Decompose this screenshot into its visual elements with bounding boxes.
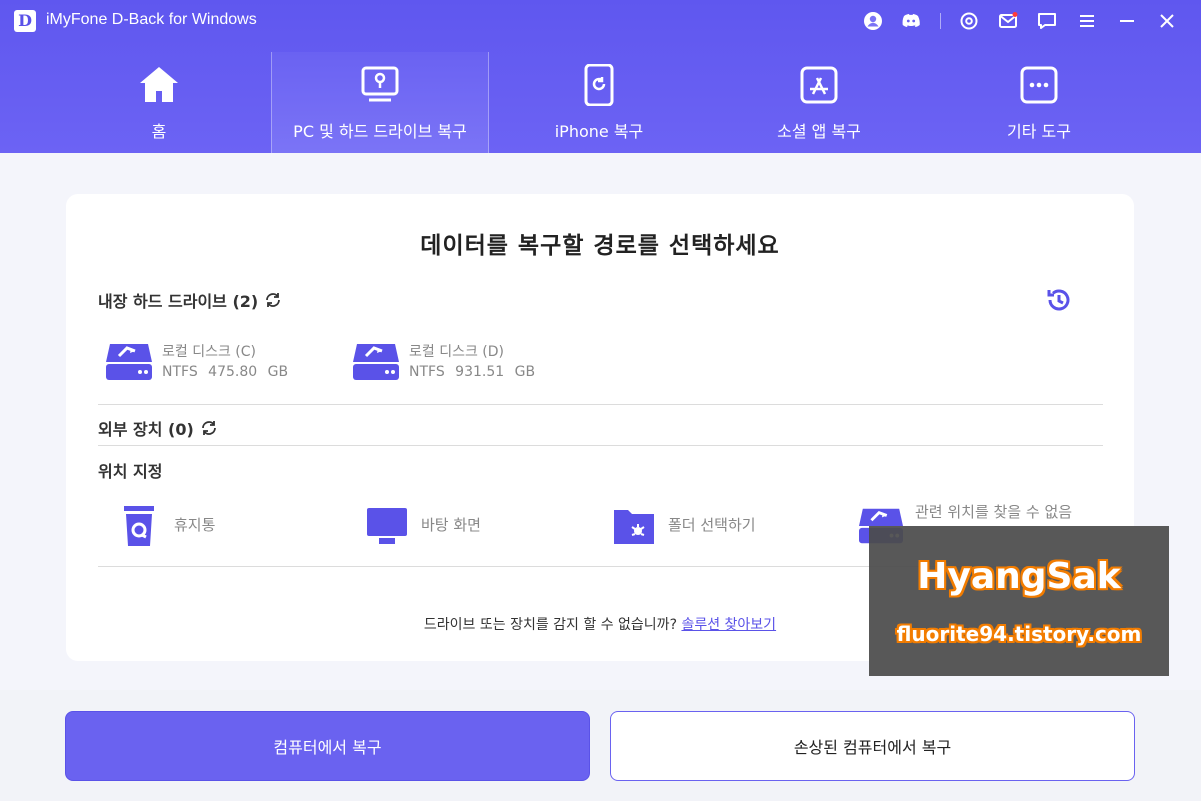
refresh-icon[interactable]	[200, 419, 218, 437]
nav-label: 소셜 앱 복구	[777, 122, 861, 141]
app-logo: D	[14, 10, 36, 32]
drive-d[interactable]: 로컬 디스크 (D) NTFS 931.51 GB	[345, 336, 575, 386]
discord-icon[interactable]	[900, 10, 922, 32]
menu-icon[interactable]	[1076, 10, 1098, 32]
pc-drive-icon	[359, 64, 401, 106]
app-header: D iMyFone D-Back for Windows 홈 PC 및 하드 드…	[0, 0, 1201, 153]
watermark-url: fluorite94.tistory.com	[896, 622, 1142, 646]
history-icon[interactable]	[1045, 286, 1073, 314]
location-label: 바탕 화면	[421, 516, 481, 534]
internal-drives-title: 내장 하드 드라이브 (2)	[98, 292, 259, 311]
desktop-icon	[365, 504, 409, 548]
close-icon[interactable]	[1156, 10, 1178, 32]
titlebar-separator	[940, 13, 941, 29]
watermark: HyangSak fluorite94.tistory.com	[869, 526, 1169, 676]
title-bar: D iMyFone D-Back for Windows	[0, 0, 1201, 42]
drive-info: NTFS 931.51 GB	[409, 364, 536, 380]
nav-pc-drive-recovery[interactable]: PC 및 하드 드라이브 복구	[271, 52, 489, 153]
nav-label: 기타 도구	[1007, 122, 1071, 141]
drive-c[interactable]: 로컬 디스크 (C) NTFS 475.80 GB	[98, 336, 328, 386]
drive-info: NTFS 475.80 GB	[162, 364, 289, 380]
page-title: 데이터를 복구할 경로를 선택하세요	[420, 233, 780, 259]
hard-drive-icon	[106, 342, 152, 382]
folder-icon	[612, 504, 656, 548]
iphone-icon	[578, 64, 620, 106]
settings-icon[interactable]	[958, 10, 980, 32]
find-solution-link[interactable]: 솔루션 찾아보기	[681, 617, 776, 633]
location-label: 관련 위치를 찾을 수 없음	[915, 503, 1073, 521]
location-desktop[interactable]: 바탕 화면	[345, 500, 585, 548]
hint-text: 드라이브 또는 장치를 감지 할 수 없습니까?	[423, 617, 682, 633]
location-select-folder[interactable]: 폴더 선택하기	[592, 500, 832, 548]
external-devices-section: 외부 장치 (0)	[98, 416, 218, 440]
app-title: iMyFone D-Back for Windows	[46, 11, 257, 28]
app-store-icon	[798, 64, 840, 106]
nav-label: 홈	[151, 122, 167, 141]
mail-icon[interactable]	[997, 10, 1019, 32]
nav-label: iPhone 복구	[554, 122, 644, 141]
nav-social-app-recovery[interactable]: 소셜 앱 복구	[710, 52, 928, 153]
refresh-icon[interactable]	[264, 291, 282, 309]
nav-home[interactable]: 홈	[50, 52, 268, 153]
action-footer: 컴퓨터에서 복구 손상된 컴퓨터에서 복구	[0, 690, 1201, 801]
internal-drives-section: 내장 하드 드라이브 (2)	[98, 288, 282, 312]
nav-label: PC 및 하드 드라이브 복구	[293, 122, 467, 141]
account-icon[interactable]	[862, 10, 884, 32]
more-tools-icon	[1018, 64, 1060, 106]
location-section: 위치 지정	[98, 458, 162, 482]
location-label: 폴더 선택하기	[668, 516, 756, 534]
feedback-icon[interactable]	[1036, 10, 1058, 32]
home-icon	[138, 64, 180, 106]
hard-drive-icon	[353, 342, 399, 382]
drive-name: 로컬 디스크 (D)	[409, 344, 505, 360]
location-title: 위치 지정	[98, 462, 163, 481]
main-nav: 홈 PC 및 하드 드라이브 복구 iPhone 복구 소셜 앱 복구 기타 도…	[50, 52, 1150, 153]
location-label: 휴지통	[174, 516, 216, 534]
location-recycle-bin[interactable]: 휴지통	[98, 500, 338, 548]
recycle-bin-icon	[118, 504, 162, 548]
external-devices-title: 외부 장치 (0)	[98, 420, 194, 439]
divider	[98, 445, 1103, 446]
minimize-icon[interactable]	[1116, 10, 1138, 32]
nav-other-tools[interactable]: 기타 도구	[930, 52, 1148, 153]
drive-name: 로컬 디스크 (C)	[162, 344, 256, 360]
recover-from-crashed-computer-button[interactable]: 손상된 컴퓨터에서 복구	[610, 711, 1135, 781]
nav-iphone-recovery[interactable]: iPhone 복구	[490, 52, 708, 153]
watermark-name: HyangSak	[917, 556, 1121, 597]
recover-from-computer-button[interactable]: 컴퓨터에서 복구	[65, 711, 590, 781]
divider	[98, 404, 1103, 405]
